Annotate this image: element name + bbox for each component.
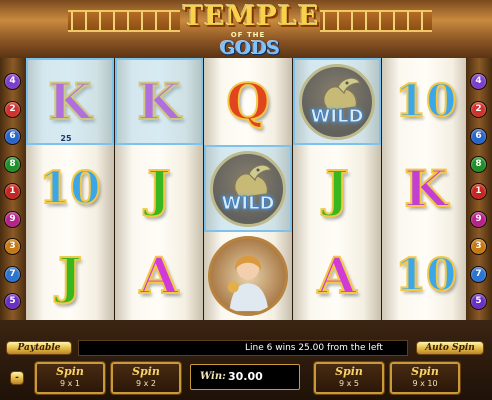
spin-9x10-button[interactable]: Spin 9 x 10 [389,361,461,395]
wild-symbol: WILD [210,150,286,227]
auto-spin-button[interactable]: Auto Spin [416,341,484,355]
symbol-j: J [146,158,172,218]
reel-cell: WILD [293,58,381,145]
spin-button-label: Spin [335,365,363,378]
reel-cell: K [382,145,470,232]
payline-number-4[interactable]: 4 [471,74,486,89]
payline-win-amount: 25 [60,134,72,143]
payline-number-6[interactable]: 6 [471,129,486,144]
logo-title-temple: TEMPLE [183,1,320,32]
win-amount: 30.00 [228,370,263,383]
symbol-k: K [403,158,448,218]
payline-number-8[interactable]: 8 [5,156,20,172]
reel-cell: K [26,58,114,145]
reel-cell: A [115,232,203,319]
spin-button-bet: 9 x 1 [60,379,80,388]
greek-key-band-right [320,10,432,32]
payline-number-7[interactable]: 7 [471,266,486,282]
symbol-a: A [317,245,358,305]
line-indicator-bar-left: 4 2 6 8 1 9 3 7 5 [0,58,26,320]
reel-cell: Q [204,58,292,145]
spin-9x5-button[interactable]: Spin 9 x 5 [313,361,385,395]
reel-1: K 10 J [26,58,114,320]
reel-cell: 10 [382,232,470,319]
symbol-j: J [57,245,83,305]
paytable-button[interactable]: Paytable [6,341,72,355]
reel-3: Q WILD [204,58,292,320]
payline-number-9[interactable]: 9 [5,211,20,227]
symbol-10: 10 [394,75,457,127]
spin-button-label: Spin [132,365,160,378]
spin-button-label: Spin [411,365,439,378]
goddess-symbol [208,235,288,316]
reel-cell [204,232,292,319]
payline-number-2[interactable]: 2 [471,101,486,117]
reel-cell: J [293,145,381,232]
payline-number-3[interactable]: 3 [5,239,20,254]
symbol-q: Q [225,71,271,131]
reel-2: KJA [115,58,203,320]
symbol-k: K [136,71,181,131]
greek-key-band-left [68,10,180,32]
reel-cell: 10 [26,145,114,232]
payline-number-3[interactable]: 3 [471,239,486,254]
payline-number-1[interactable]: 1 [471,184,486,199]
menu-toggle-button[interactable]: - [10,371,24,385]
payline-number-2[interactable]: 2 [5,101,20,117]
payline-number-5[interactable]: 5 [471,294,486,309]
reel-5: 10 K 10 [382,58,470,320]
symbol-k: K [47,71,92,131]
reel-cell: 10 [382,58,470,145]
payline-number-4[interactable]: 4 [5,74,20,89]
reel-4: WILD J A [293,58,381,320]
line-indicator-bar-right: 4 2 6 8 1 9 3 7 5 [466,58,492,320]
payline-number-7[interactable]: 7 [5,266,20,282]
spin-button-bet: 9 x 5 [339,379,359,388]
reel-cell: J [115,145,203,232]
win-caption: Win: [200,371,226,382]
reel-cell: K [115,58,203,145]
spin-button-bet: 9 x 2 [136,379,156,388]
payline-number-8[interactable]: 8 [471,156,486,172]
spin-button-bet: 9 x 10 [412,379,438,388]
wild-label: WILD [310,105,364,127]
symbol-10: 10 [38,162,101,214]
spin-9x1-button[interactable]: Spin 9 x 1 [34,361,106,395]
reel-area: K 10 J K J A Q WILD WILD J A 10 K 10 25 [16,58,476,320]
win-message: Line 6 wins 25.00 from the left [245,343,383,353]
wild-label: WILD [221,192,275,214]
payline-number-6[interactable]: 6 [5,129,20,144]
reel-cell: WILD [204,145,292,232]
spin-9x2-button[interactable]: Spin 9 x 2 [110,361,182,395]
symbol-a: A [139,245,180,305]
spin-button-label: Spin [56,365,84,378]
payline-number-5[interactable]: 5 [5,294,20,309]
symbol-j: J [324,158,350,218]
goddess-icon [227,255,269,311]
game-header: TEMPLE OF THE GODS [0,0,492,59]
symbol-10: 10 [394,249,457,301]
reel-cell: A [293,232,381,319]
payline-number-1[interactable]: 1 [5,184,20,199]
wild-symbol: WILD [299,63,375,140]
reel-cell: J [26,232,114,319]
payline-number-9[interactable]: 9 [471,211,486,227]
